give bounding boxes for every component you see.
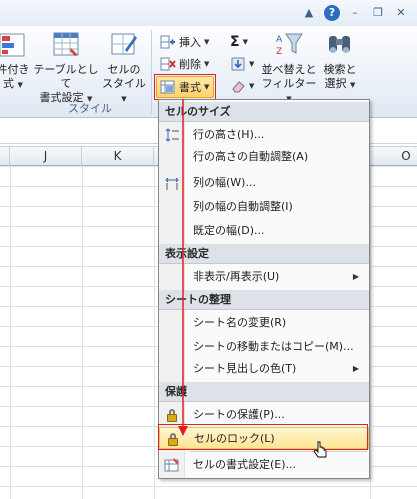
ribbon-separator [151, 30, 152, 114]
menu-item-protect-sheet[interactable]: シートの保護(P)... [159, 404, 369, 426]
menu-item-lock-cell[interactable]: セルのロック(L) [159, 427, 369, 449]
section-organize: シートの整理 [159, 290, 369, 310]
protect-sheet-label: シートの保護(P)... [193, 408, 285, 421]
window-close-icon[interactable]: ✕ [393, 5, 409, 21]
menu-item-autofit-row[interactable]: 行の高さの自動調整(A) [159, 146, 369, 168]
svg-text:A: A [276, 35, 283, 45]
rename-sheet-label: シート名の変更(R) [193, 316, 287, 329]
insert-label: 挿入 [179, 36, 201, 49]
svg-text:Z: Z [276, 47, 282, 57]
section-visibility: 表示設定 [159, 244, 369, 264]
menu-item-default-width[interactable]: 既定の幅(D)... [159, 220, 369, 242]
autofit-col-label: 列の幅の自動調整(I) [193, 200, 293, 213]
column-header-j[interactable]: J [10, 147, 82, 166]
conditional-format-icon [0, 30, 28, 60]
move-copy-label: シートの移動またはコピー(M)... [193, 340, 354, 353]
section-protection: 保護 [159, 382, 369, 402]
column-header-k[interactable]: K [82, 147, 154, 166]
autosum-icon: Σ [230, 34, 240, 50]
cell-styles-label: セルの [107, 63, 141, 76]
row-height-icon [164, 127, 180, 143]
clear-button[interactable]: ▼ [230, 76, 254, 96]
menu-item-format-cells[interactable]: セルの書式設定(E)... [159, 454, 369, 476]
protect-sheet-icon [164, 407, 180, 423]
sort-filter-label: 並べ替えと [261, 63, 317, 76]
autofit-row-label: 行の高さの自動調整(A) [193, 150, 309, 163]
format-dropdown-menu: セルのサイズ 行の高さ(H)... 行の高さの自動調整(A) 列の幅(W)...… [158, 99, 370, 479]
column-width-icon [164, 175, 180, 191]
format-as-table-label: テーブルとして [33, 63, 99, 90]
conditional-format-button[interactable]: 件付き 式 ▼ [0, 30, 30, 92]
format-icon [160, 79, 176, 95]
menu-item-tab-color[interactable]: シート見出しの色(T) ▶ [159, 358, 369, 380]
fill-down-icon [230, 56, 246, 72]
menu-item-hide-unhide[interactable]: 非表示/再表示(U) ▶ [159, 266, 369, 288]
insert-button[interactable]: 挿入 ▼ [160, 32, 209, 52]
format-cells-icon [164, 457, 180, 473]
cell-styles-button[interactable]: セルの スタイル ▼ [100, 30, 148, 106]
title-bar: ▲ ? – ❐ ✕ [0, 0, 417, 26]
help-icon[interactable]: ? [324, 5, 340, 21]
mouse-pointer-icon [313, 441, 327, 458]
format-label: 書式 [179, 81, 201, 94]
eraser-icon [230, 78, 246, 94]
table-format-icon [51, 30, 81, 60]
autosum-button[interactable]: Σ ▼ [230, 32, 248, 52]
grid-line [82, 166, 83, 499]
submenu-arrow-icon: ▶ [352, 272, 359, 281]
col-width-label: 列の幅(W)... [193, 176, 256, 189]
row-height-label: 行の高さ(H)... [193, 128, 265, 141]
sort-filter-label-2: フィルター [261, 77, 317, 90]
style-group-label: スタイル [68, 102, 112, 115]
minimize-ribbon-icon[interactable]: ▲ [301, 5, 317, 21]
grid-line [10, 166, 11, 499]
menu-item-col-width[interactable]: 列の幅(W)... [159, 172, 369, 194]
lock-cell-label: セルのロック(L) [194, 432, 275, 445]
find-select-button[interactable]: 検索と 選択 ▼ [318, 30, 362, 92]
insert-cells-icon [160, 34, 176, 50]
delete-cells-icon [160, 56, 176, 72]
conditional-format-label-2: 式 [3, 77, 15, 90]
menu-item-autofit-col[interactable]: 列の幅の自動調整(I) [159, 196, 369, 218]
format-cells-label: セルの書式設定(E)... [193, 458, 297, 471]
find-select-label: 検索と [323, 63, 357, 76]
sort-filter-button[interactable]: AZ 並べ替えと フィルター ▼ [260, 30, 318, 106]
tab-color-label: シート見出しの色(T) [193, 362, 297, 375]
conditional-format-label: 件付き [0, 63, 30, 76]
default-width-label: 既定の幅(D)... [193, 224, 265, 237]
format-button[interactable]: 書式 ▼ [156, 76, 214, 98]
binoculars-icon [325, 30, 355, 60]
fill-button[interactable]: ▼ [230, 54, 254, 74]
lock-icon [165, 431, 181, 447]
window-restore-icon[interactable]: ❐ [370, 5, 386, 21]
cell-styles-label-2: スタイル [102, 77, 146, 90]
menu-item-row-height[interactable]: 行の高さ(H)... [159, 124, 369, 146]
grid-line [154, 166, 155, 499]
column-header[interactable] [0, 147, 10, 166]
hide-unhide-label: 非表示/再表示(U) [193, 270, 280, 283]
submenu-arrow-icon: ▶ [352, 364, 359, 373]
menu-separator [189, 451, 367, 452]
section-cell-size: セルのサイズ [159, 102, 369, 122]
cell-styles-icon [109, 30, 139, 60]
menu-item-rename-sheet[interactable]: シート名の変更(R) [159, 312, 369, 334]
window-minimize-icon[interactable]: – [347, 5, 363, 21]
delete-label: 削除 [179, 58, 201, 71]
grid-line [370, 166, 371, 499]
sort-filter-icon: AZ [274, 30, 304, 60]
find-select-label-2: 選択 [324, 77, 347, 90]
delete-button[interactable]: 削除 ▼ [160, 54, 209, 74]
menu-item-move-copy[interactable]: シートの移動またはコピー(M)... [159, 336, 369, 358]
format-as-table-button[interactable]: テーブルとして 書式設定 ▼ [30, 30, 102, 106]
column-header-o[interactable]: O [370, 147, 417, 166]
